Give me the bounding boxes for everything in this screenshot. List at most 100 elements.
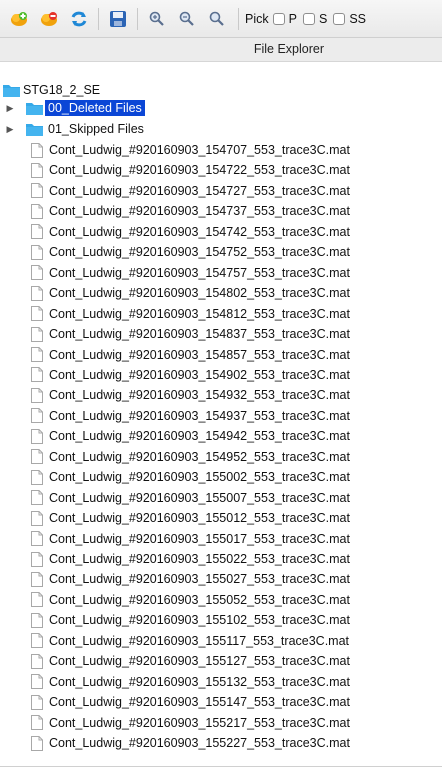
file-icon bbox=[31, 469, 43, 485]
file-icon bbox=[31, 735, 43, 751]
file-label: Cont_Ludwig_#920160903_154742_553_trace3… bbox=[49, 224, 350, 239]
file-row[interactable]: Cont_Ludwig_#920160903_155027_553_trace3… bbox=[0, 569, 442, 589]
file-row[interactable]: Cont_Ludwig_#920160903_155132_553_trace3… bbox=[0, 672, 442, 692]
file-row[interactable]: Cont_Ludwig_#920160903_154837_553_trace3… bbox=[0, 324, 442, 344]
folder-label: 00_Deleted Files bbox=[45, 100, 145, 116]
file-icon bbox=[31, 326, 43, 342]
file-icon bbox=[31, 449, 43, 465]
file-label: Cont_Ludwig_#920160903_154737_553_trace3… bbox=[49, 204, 350, 219]
file-row[interactable]: Cont_Ludwig_#920160903_155012_553_trace3… bbox=[0, 508, 442, 528]
file-row[interactable]: Cont_Ludwig_#920160903_154737_553_trace3… bbox=[0, 201, 442, 221]
file-row[interactable]: Cont_Ludwig_#920160903_155227_553_trace3… bbox=[0, 733, 442, 753]
file-row[interactable]: Cont_Ludwig_#920160903_155022_553_trace3… bbox=[0, 549, 442, 569]
file-row[interactable]: Cont_Ludwig_#920160903_155002_553_trace3… bbox=[0, 467, 442, 487]
file-row[interactable]: Cont_Ludwig_#920160903_155147_553_trace3… bbox=[0, 692, 442, 712]
file-icon bbox=[31, 347, 43, 362]
file-icon bbox=[31, 265, 43, 281]
file-icon bbox=[31, 510, 43, 526]
file-icon bbox=[31, 531, 43, 547]
file-icon bbox=[31, 551, 43, 567]
zoom-reset-icon[interactable] bbox=[204, 6, 230, 32]
file-row[interactable]: Cont_Ludwig_#920160903_154722_553_trace3… bbox=[0, 160, 442, 180]
file-row[interactable]: Cont_Ludwig_#920160903_155052_553_trace3… bbox=[0, 590, 442, 610]
file-row[interactable]: Cont_Ludwig_#920160903_154952_553_trace3… bbox=[0, 447, 442, 467]
remove-red-icon[interactable] bbox=[36, 6, 62, 32]
refresh-icon[interactable] bbox=[66, 6, 92, 32]
file-label: Cont_Ludwig_#920160903_155102_553_trace3… bbox=[49, 613, 350, 628]
file-label: Cont_Ludwig_#920160903_155022_553_trace3… bbox=[49, 552, 350, 566]
file-label: Cont_Ludwig_#920160903_154707_553_trace3… bbox=[49, 143, 350, 157]
tree-folder-skipped[interactable]: ▶ 01_Skipped Files bbox=[0, 119, 442, 139]
file-icon bbox=[31, 387, 43, 403]
file-row[interactable]: Cont_Ludwig_#920160903_154942_553_trace3… bbox=[0, 426, 442, 446]
file-row[interactable]: Cont_Ludwig_#920160903_154937_553_trace3… bbox=[0, 406, 442, 426]
tree-folder-deleted[interactable]: ▶ 00_Deleted Files bbox=[0, 98, 442, 118]
file-label: Cont_Ludwig_#920160903_154837_553_trace3… bbox=[49, 327, 350, 342]
checkbox-box[interactable] bbox=[272, 12, 285, 25]
file-label: Cont_Ludwig_#920160903_154952_553_trace3… bbox=[49, 449, 350, 464]
file-label: Cont_Ludwig_#920160903_155217_553_trace3… bbox=[49, 715, 350, 730]
folder-icon bbox=[3, 84, 20, 97]
panel-title-bar: File Explorer bbox=[0, 38, 442, 62]
toolbar-separator bbox=[137, 7, 138, 30]
file-label: Cont_Ludwig_#920160903_154802_553_trace3… bbox=[49, 286, 350, 301]
file-row[interactable]: Cont_Ludwig_#920160903_155217_553_trace3… bbox=[0, 713, 442, 733]
checkbox-label: P bbox=[288, 11, 297, 26]
file-label: Cont_Ludwig_#920160903_155012_553_trace3… bbox=[49, 511, 350, 526]
checkbox-ss[interactable]: SS bbox=[333, 12, 366, 26]
file-row[interactable]: Cont_Ludwig_#920160903_155117_553_trace3… bbox=[0, 631, 442, 651]
zoom-out-icon[interactable] bbox=[174, 6, 200, 32]
file-row[interactable]: Cont_Ludwig_#920160903_154857_553_trace3… bbox=[0, 345, 442, 365]
toolbar-separator bbox=[98, 7, 99, 30]
file-row[interactable]: Cont_Ludwig_#920160903_155017_553_trace3… bbox=[0, 529, 442, 549]
file-row[interactable]: Cont_Ludwig_#920160903_154902_553_trace3… bbox=[0, 365, 442, 385]
file-icon bbox=[31, 653, 43, 669]
file-row[interactable]: Cont_Ludwig_#920160903_154757_553_trace3… bbox=[0, 263, 442, 283]
file-row[interactable]: Cont_Ludwig_#920160903_154802_553_trace3… bbox=[0, 283, 442, 303]
file-label: Cont_Ludwig_#920160903_154752_553_trace3… bbox=[49, 245, 350, 260]
file-row[interactable]: Cont_Ludwig_#920160903_155127_553_trace3… bbox=[0, 651, 442, 671]
tree-root[interactable]: STG18_2_SE bbox=[0, 80, 442, 100]
file-row[interactable]: Cont_Ludwig_#920160903_154812_553_trace3… bbox=[0, 304, 442, 324]
file-icon bbox=[31, 612, 43, 628]
file-icon bbox=[31, 571, 43, 587]
file-label: Cont_Ludwig_#920160903_155017_553_trace3… bbox=[49, 531, 350, 546]
add-green-icon[interactable] bbox=[6, 6, 32, 32]
file-label: Cont_Ludwig_#920160903_155147_553_trace3… bbox=[49, 695, 350, 710]
file-label: Cont_Ludwig_#920160903_155127_553_trace3… bbox=[49, 654, 350, 669]
file-row[interactable]: Cont_Ludwig_#920160903_154932_553_trace3… bbox=[0, 385, 442, 405]
checkbox-p[interactable]: P bbox=[272, 11, 297, 26]
checkbox-box[interactable] bbox=[333, 12, 346, 25]
toolbar-separator bbox=[238, 7, 239, 30]
file-icon bbox=[31, 367, 43, 383]
save-icon[interactable] bbox=[105, 6, 131, 32]
file-label: Cont_Ludwig_#920160903_155002_553_trace3… bbox=[49, 470, 350, 485]
file-row[interactable]: Cont_Ludwig_#920160903_155007_553_trace3… bbox=[0, 488, 442, 508]
file-icon bbox=[31, 183, 43, 199]
file-label: Cont_Ludwig_#920160903_155227_553_trace3… bbox=[49, 736, 350, 751]
expand-arrow-icon[interactable]: ▶ bbox=[5, 103, 15, 114]
panel-title: File Explorer bbox=[253, 42, 324, 56]
file-icon bbox=[31, 408, 43, 424]
checkbox-s[interactable]: S bbox=[302, 11, 328, 26]
file-row[interactable]: Cont_Ludwig_#920160903_155102_553_trace3… bbox=[0, 610, 442, 630]
file-icon bbox=[31, 674, 43, 690]
file-label: Cont_Ludwig_#920160903_155132_553_trace3… bbox=[49, 674, 350, 689]
checkbox-label: S bbox=[318, 11, 328, 26]
file-label: Cont_Ludwig_#920160903_154942_553_trace3… bbox=[49, 429, 350, 444]
file-icon bbox=[31, 203, 43, 219]
zoom-in-icon[interactable] bbox=[144, 6, 170, 32]
file-icon bbox=[31, 142, 43, 158]
file-label: Cont_Ludwig_#920160903_155027_553_trace3… bbox=[49, 572, 350, 587]
file-row[interactable]: Cont_Ludwig_#920160903_154727_553_trace3… bbox=[0, 181, 442, 201]
file-label: Cont_Ludwig_#920160903_154932_553_trace3… bbox=[49, 388, 350, 403]
expand-arrow-icon[interactable]: ▶ bbox=[5, 124, 15, 135]
file-row[interactable]: Cont_Ludwig_#920160903_154752_553_trace3… bbox=[0, 242, 442, 262]
tree-root-label: STG18_2_SE bbox=[23, 83, 101, 97]
file-icon bbox=[31, 285, 43, 301]
file-icon bbox=[31, 592, 43, 608]
checkbox-box[interactable] bbox=[302, 12, 315, 25]
file-row[interactable]: Cont_Ludwig_#920160903_154742_553_trace3… bbox=[0, 222, 442, 242]
file-row[interactable]: Cont_Ludwig_#920160903_154707_553_trace3… bbox=[0, 140, 442, 160]
file-label: Cont_Ludwig_#920160903_154902_553_trace3… bbox=[49, 367, 350, 382]
